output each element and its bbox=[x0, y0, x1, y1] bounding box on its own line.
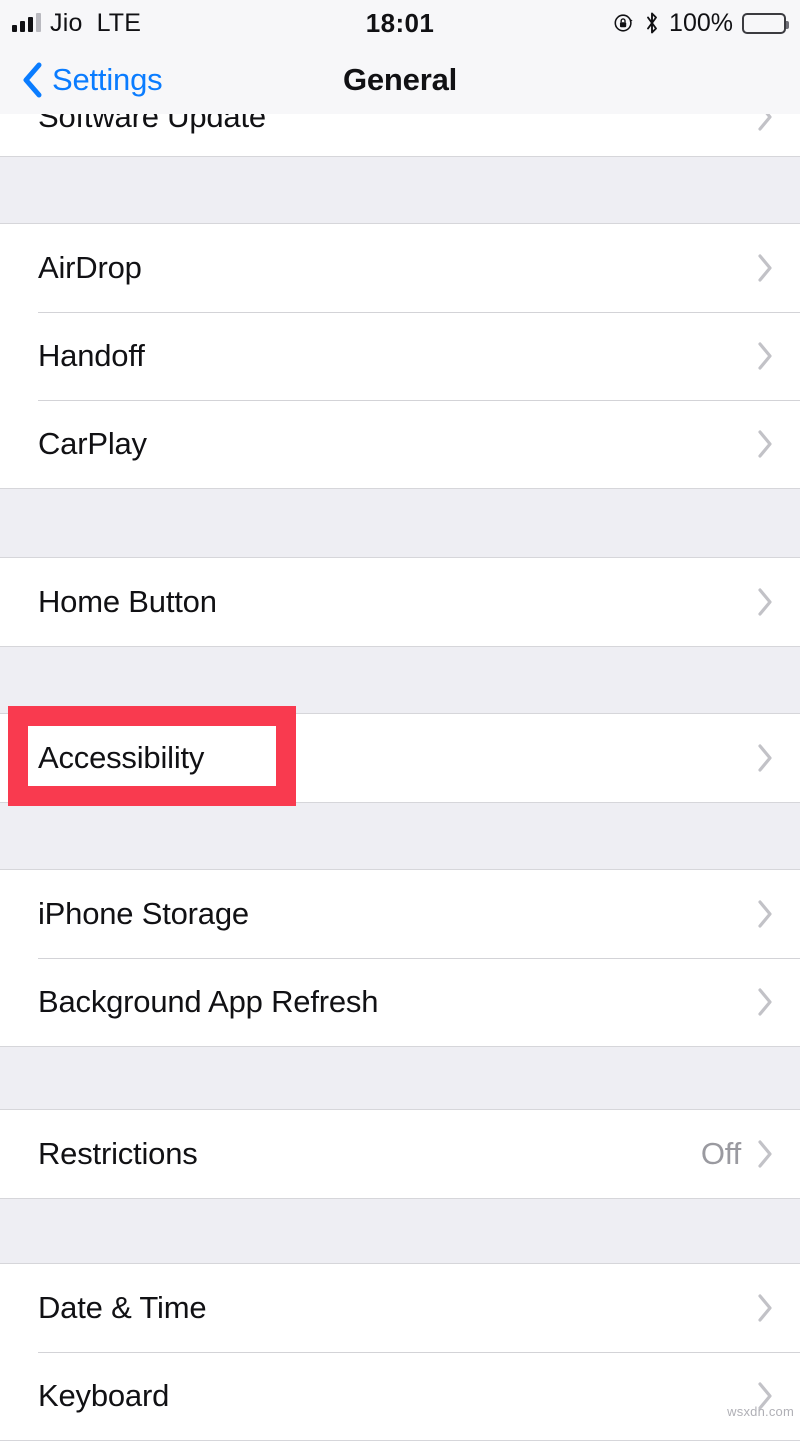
row-label: Date & Time bbox=[38, 1290, 207, 1325]
group-gap bbox=[0, 1047, 800, 1109]
row-accessory bbox=[757, 587, 774, 617]
settings-row-software-update[interactable]: Software Update bbox=[0, 114, 800, 156]
battery-full-icon bbox=[742, 12, 789, 34]
row-accessory bbox=[757, 987, 774, 1017]
row-accessory bbox=[757, 114, 774, 132]
back-button-label: Settings bbox=[52, 62, 163, 97]
row-accessory bbox=[757, 253, 774, 283]
status-bar: Jio LTE 18:01 100% bbox=[0, 0, 800, 46]
row-label: Background App Refresh bbox=[38, 984, 379, 1019]
row-label: Restrictions bbox=[38, 1136, 198, 1171]
carrier-name: Jio bbox=[50, 8, 83, 37]
row-accessory bbox=[757, 1293, 774, 1323]
settings-group-accessibility: Accessibility bbox=[0, 713, 800, 803]
status-bar-left: Jio LTE bbox=[12, 9, 141, 38]
group-gap bbox=[0, 489, 800, 557]
group-gap bbox=[0, 1199, 800, 1263]
row-accessory bbox=[757, 341, 774, 371]
chevron-right-icon bbox=[757, 253, 774, 283]
settings-row-airdrop[interactable]: AirDrop bbox=[0, 224, 800, 312]
settings-group-storage: iPhone Storage Background App Refresh bbox=[0, 869, 800, 1047]
row-label: AirDrop bbox=[38, 250, 142, 285]
row-label: CarPlay bbox=[38, 426, 147, 461]
chevron-right-icon bbox=[757, 114, 774, 132]
row-accessory: Off bbox=[701, 1136, 774, 1172]
settings-row-handoff[interactable]: Handoff bbox=[0, 312, 800, 400]
settings-row-keyboard[interactable]: Keyboard bbox=[0, 1352, 800, 1440]
settings-list[interactable]: Software Update AirDrop Handoff CarPlay … bbox=[0, 114, 800, 1441]
row-value: Off bbox=[700, 1136, 741, 1171]
bluetooth-icon bbox=[644, 11, 660, 35]
watermark: wsxdn.com bbox=[727, 1404, 794, 1419]
settings-row-carplay[interactable]: CarPlay bbox=[0, 400, 800, 488]
chevron-right-icon bbox=[757, 899, 774, 929]
chevron-right-icon bbox=[757, 987, 774, 1017]
row-accessory bbox=[757, 429, 774, 459]
status-bar-right: 100% bbox=[613, 8, 789, 38]
chevron-right-icon bbox=[757, 743, 774, 773]
settings-row-home-button[interactable]: Home Button bbox=[0, 558, 800, 646]
chevron-right-icon bbox=[757, 341, 774, 371]
settings-group-restrictions: Restrictions Off bbox=[0, 1109, 800, 1199]
signal-bars-icon bbox=[12, 13, 41, 32]
row-label: Software Update bbox=[38, 114, 266, 134]
chevron-left-icon bbox=[22, 62, 44, 98]
settings-group-clipped: Software Update bbox=[0, 114, 800, 157]
row-label: Accessibility bbox=[38, 740, 205, 775]
chevron-right-icon bbox=[757, 1139, 774, 1169]
chevron-right-icon bbox=[757, 1293, 774, 1323]
rotation-lock-icon bbox=[613, 12, 635, 34]
row-label: iPhone Storage bbox=[38, 896, 249, 931]
group-gap bbox=[0, 647, 800, 713]
row-accessory bbox=[757, 743, 774, 773]
navigation-bar: Settings General bbox=[0, 46, 800, 114]
row-accessory bbox=[757, 899, 774, 929]
group-gap bbox=[0, 803, 800, 869]
battery-percent-label: 100% bbox=[669, 8, 733, 37]
settings-group-connectivity: AirDrop Handoff CarPlay bbox=[0, 223, 800, 489]
chevron-right-icon bbox=[757, 429, 774, 459]
settings-row-accessibility[interactable]: Accessibility bbox=[0, 714, 800, 802]
row-label: Handoff bbox=[38, 338, 145, 373]
settings-row-restrictions[interactable]: Restrictions Off bbox=[0, 1110, 800, 1198]
chevron-right-icon bbox=[757, 587, 774, 617]
row-label: Keyboard bbox=[38, 1378, 170, 1413]
settings-row-date-time[interactable]: Date & Time bbox=[0, 1264, 800, 1352]
settings-group-datetime: Date & Time Keyboard bbox=[0, 1263, 800, 1441]
settings-row-iphone-storage[interactable]: iPhone Storage bbox=[0, 870, 800, 958]
network-type: LTE bbox=[96, 8, 142, 37]
group-gap bbox=[0, 157, 800, 223]
settings-row-background-app-refresh[interactable]: Background App Refresh bbox=[0, 958, 800, 1046]
back-button[interactable]: Settings bbox=[0, 62, 163, 98]
settings-group-home-button: Home Button bbox=[0, 557, 800, 647]
row-label: Home Button bbox=[38, 584, 217, 619]
